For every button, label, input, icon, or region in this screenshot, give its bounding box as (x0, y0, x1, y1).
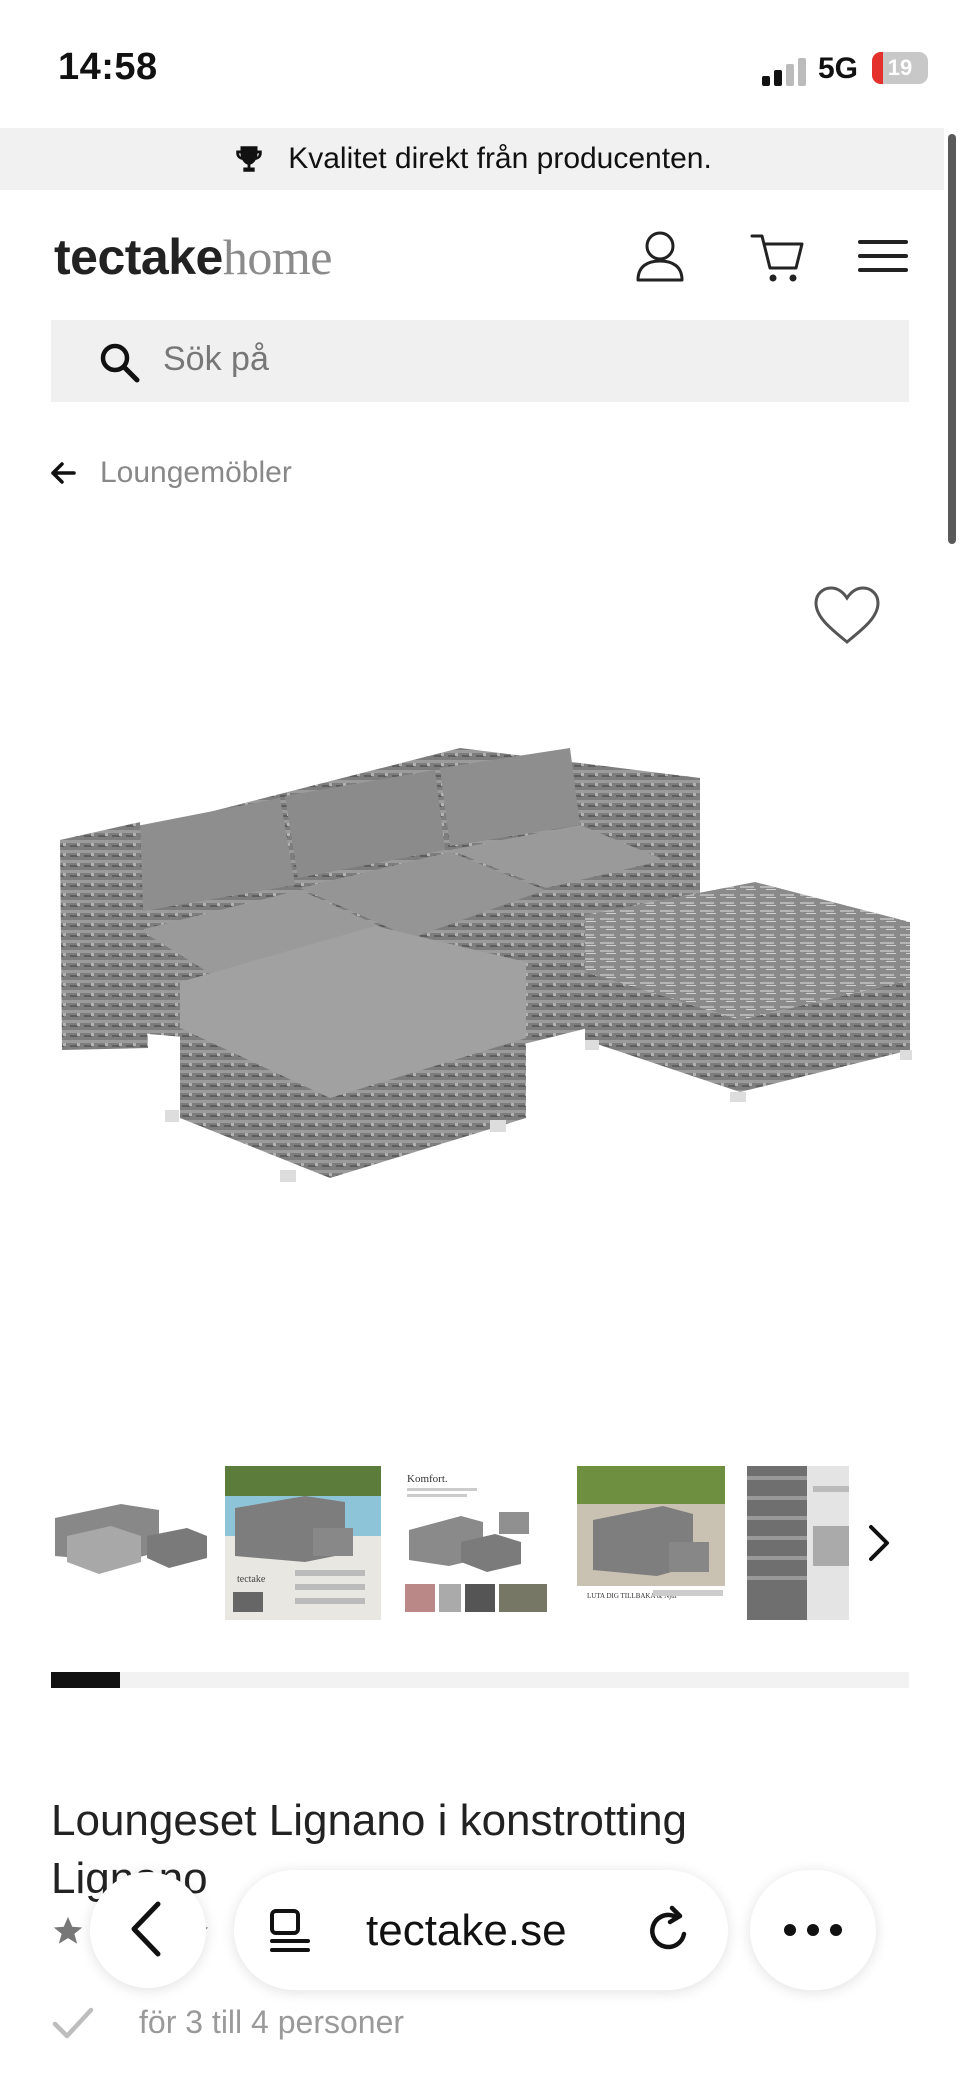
thumbnail[interactable]: Komfort. (399, 1466, 555, 1620)
breadcrumb[interactable]: Loungemöbler (50, 456, 292, 490)
page-scrollbar[interactable] (948, 134, 956, 544)
search-bar[interactable]: Sök på (51, 320, 909, 402)
feature-item: för 3 till 4 personer (51, 2004, 404, 2041)
cart-icon[interactable] (748, 228, 808, 284)
gallery-progress (51, 1672, 909, 1688)
reload-icon[interactable] (644, 1904, 696, 1956)
checkmark-icon (52, 2007, 94, 2038)
product-image[interactable] (40, 700, 920, 1260)
chevron-right-icon[interactable] (867, 1523, 891, 1563)
site-logo[interactable]: tectakehome (54, 228, 332, 286)
star-icon (53, 1916, 83, 1944)
breadcrumb-label[interactable]: Loungemöbler (100, 456, 292, 490)
thumbnail-caption: tectake (237, 1574, 266, 1585)
thumbnail[interactable] (51, 1466, 207, 1620)
search-input[interactable]: Sök på (163, 340, 269, 379)
menu-icon[interactable] (854, 228, 914, 284)
status-time: 14:58 (58, 46, 158, 88)
trophy-icon (236, 146, 262, 172)
logo-light-text: home (222, 229, 333, 285)
browser-url-bar[interactable]: tectake.se (234, 1870, 728, 1990)
browser-back-button[interactable] (90, 1872, 206, 1988)
battery-percent: 19 (887, 55, 913, 80)
chevron-left-icon[interactable] (126, 1900, 166, 1958)
account-icon[interactable] (630, 228, 690, 284)
more-icon[interactable] (783, 1923, 843, 1937)
feature-text: för 3 till 4 personer (139, 2004, 405, 2040)
promo-text: Kvalitet direkt från producenten. (288, 142, 712, 175)
network-label: 5G (818, 52, 859, 85)
thumbnail-caption: Komfort. (407, 1473, 448, 1485)
thumbnail-strip[interactable]: tectake Komfort. LUTA DIG TILLBAKA & Nju… (51, 1466, 909, 1620)
browser-url-text[interactable]: tectake.se (366, 1906, 567, 1956)
status-bar: 14:58 5G 19 (0, 0, 960, 128)
battery-icon: 19 (872, 52, 928, 84)
logo-bold-text: tectake (54, 229, 223, 285)
browser-more-button[interactable] (750, 1870, 876, 1990)
search-icon[interactable] (97, 340, 141, 384)
signal-icon (762, 56, 806, 86)
thumbnail[interactable]: tectake (225, 1466, 381, 1620)
gallery-progress-fill (51, 1672, 120, 1688)
reader-icon[interactable] (266, 1905, 316, 1955)
heart-icon[interactable] (812, 584, 882, 646)
arrow-left-icon[interactable] (50, 461, 76, 485)
thumbnail[interactable]: LUTA DIG TILLBAKA & Njut (573, 1466, 729, 1620)
promo-bar: Kvalitet direkt från producenten. (0, 128, 944, 190)
thumbnail-next-button[interactable] (849, 1466, 909, 1620)
